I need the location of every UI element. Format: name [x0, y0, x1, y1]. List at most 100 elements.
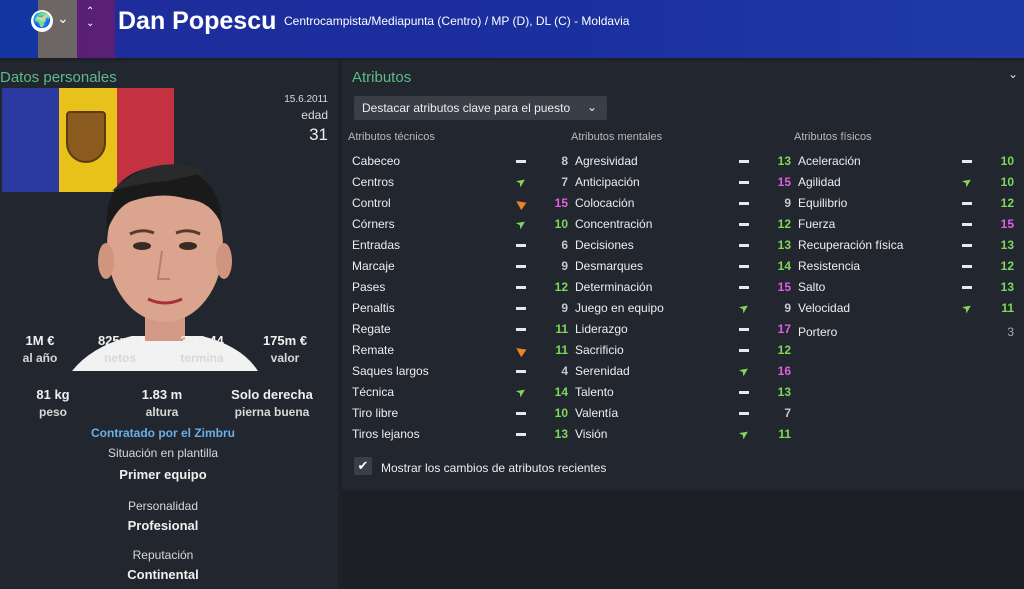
attribute-name: Determinación — [575, 280, 653, 294]
trend-up-icon: ➤ — [958, 299, 976, 317]
attribute-row[interactable]: Liderazgo 17 — [571, 319, 791, 340]
attribute-row[interactable]: Pases 12 — [348, 277, 568, 298]
attribute-row[interactable]: Entradas 6 — [348, 235, 568, 256]
attribute-row[interactable]: Velocidad ➤ 11 — [794, 298, 1014, 319]
reputation-value: Continental — [127, 567, 199, 582]
attribute-value: 17 — [777, 322, 791, 336]
attribute-row[interactable]: Sacrificio 12 — [571, 340, 791, 361]
up-down-arrows-icon[interactable]: ⌃ ⌄ — [86, 6, 94, 30]
attribute-value: 13 — [777, 154, 791, 168]
attribute-row[interactable]: Cabeceo 8 — [348, 151, 568, 172]
attribute-row[interactable]: Agilidad ➤ 10 — [794, 172, 1014, 193]
attribute-row[interactable]: Decisiones 13 — [571, 235, 791, 256]
attribute-row[interactable]: Visión ➤ 11 — [571, 424, 791, 445]
attribute-name: Anticipación — [575, 175, 640, 189]
attribute-row[interactable]: Recuperación física 13 — [794, 235, 1014, 256]
attribute-row[interactable]: Tiros lejanos 13 — [348, 424, 568, 445]
attribute-row[interactable]: Resistencia 12 — [794, 256, 1014, 277]
attribute-row[interactable]: Salto 13 — [794, 277, 1014, 298]
attribute-row[interactable]: Fuerza 15 — [794, 214, 1014, 235]
attribute-value: 13 — [1000, 280, 1014, 294]
trend-up-icon: ➤ — [735, 362, 753, 380]
attribute-name: Agresividad — [575, 154, 638, 168]
attribute-row[interactable]: Regate 11 — [348, 319, 568, 340]
attribute-name: Sacrificio — [575, 343, 624, 357]
globe-icon[interactable]: 🌍 — [31, 10, 53, 32]
trend-flat-icon — [960, 259, 974, 273]
attribute-name: Saques largos — [352, 364, 429, 378]
attribute-row[interactable]: Talento 13 — [571, 382, 791, 403]
attribute-value: 11 — [778, 427, 791, 441]
attribute-name: Desmarques — [575, 259, 644, 273]
attribute-row[interactable]: Marcaje 9 — [348, 256, 568, 277]
attribute-name: Equilibrio — [798, 196, 848, 210]
attribute-value: 15 — [777, 280, 791, 294]
attribute-value: 13 — [554, 427, 568, 441]
attribute-column-header: Atributos mentales — [571, 131, 663, 143]
trend-flat-icon — [737, 322, 751, 336]
personal-data-title: Datos personales — [0, 69, 117, 86]
attribute-row[interactable]: Desmarques 14 — [571, 256, 791, 277]
trend-up-icon: ➤ — [735, 299, 753, 317]
chevron-down-icon[interactable]: ⌄ — [57, 10, 69, 27]
trend-flat-icon — [514, 154, 528, 168]
attribute-row[interactable]: Agresividad 13 — [571, 151, 791, 172]
attribute-row[interactable]: Equilibrio 12 — [794, 193, 1014, 214]
trend-flat-icon — [514, 364, 528, 378]
stat-label: al año — [22, 351, 58, 365]
attribute-value: 3 — [1007, 325, 1014, 339]
attribute-value: 11 — [555, 322, 568, 336]
show-changes-checkbox[interactable]: ✔ — [354, 457, 372, 475]
attribute-row[interactable]: Técnica ➤ 14 — [348, 382, 568, 403]
trend-flat-icon — [737, 343, 751, 357]
attribute-row[interactable]: Concentración 12 — [571, 214, 791, 235]
stat-value: 175m € — [262, 333, 308, 348]
attribute-value: 12 — [1000, 259, 1014, 273]
attribute-row[interactable]: Remate ◀ 11 — [348, 340, 568, 361]
attribute-row[interactable]: Serenidad ➤ 16 — [571, 361, 791, 382]
chevron-down-icon[interactable]: ⌄ — [1008, 67, 1018, 81]
personal-data-panel: Datos personales 15.6.2011 edad 31 1M € a… — [0, 61, 338, 589]
attribute-row[interactable]: Córners ➤ 10 — [348, 214, 568, 235]
attribute-row[interactable]: Penaltis 9 — [348, 298, 568, 319]
attribute-row[interactable]: Control ◀ 15 — [348, 193, 568, 214]
trend-up-icon: ➤ — [512, 173, 530, 191]
personality-label: Personalidad — [127, 499, 199, 513]
attribute-row[interactable]: Colocación 9 — [571, 193, 791, 214]
attribute-value: 13 — [777, 238, 791, 252]
attribute-name: Portero — [798, 325, 838, 339]
attribute-name: Fuerza — [798, 217, 836, 231]
show-changes-label[interactable]: Mostrar los cambios de atributos recient… — [381, 461, 606, 475]
stat-value: 81 kg — [36, 387, 70, 402]
attribute-name: Recuperación física — [798, 238, 904, 252]
attribute-row[interactable]: Centros ➤ 7 — [348, 172, 568, 193]
stat-value: 30.6.44 — [180, 333, 224, 348]
attribute-name: Salto — [798, 280, 826, 294]
player-header: 🌍 ⌄ ⌃ ⌄ Dan Popescu Centrocampista/Mediap… — [0, 0, 1024, 58]
attribute-row[interactable]: Portero 3 — [794, 322, 1014, 343]
attribute-row[interactable]: Valentía 7 — [571, 403, 791, 424]
highlight-attributes-label: Destacar atributos clave para el puesto — [362, 101, 571, 115]
reputation-label: Reputación — [132, 548, 194, 562]
attribute-row[interactable]: Saques largos 4 — [348, 361, 568, 382]
highlight-attributes-dropdown[interactable]: Destacar atributos clave para el puesto … — [354, 96, 607, 120]
attribute-value: 15 — [554, 196, 568, 210]
attribute-name: Penaltis — [352, 301, 395, 315]
contracted-by-link[interactable]: Contratado por el Zimbru — [0, 426, 326, 440]
attribute-column: Atributos mentales Agresividad 13 Antici… — [571, 131, 791, 445]
attribute-value: 10 — [1000, 175, 1014, 189]
attribute-row[interactable]: Juego en equipo ➤ 9 — [571, 298, 791, 319]
attribute-name: Juego en equipo — [575, 301, 664, 315]
attribute-row[interactable]: Tiro libre 10 — [348, 403, 568, 424]
attribute-value: 9 — [561, 301, 568, 315]
personality-value: Profesional — [127, 518, 199, 533]
attribute-name: Velocidad — [798, 301, 851, 315]
attribute-row[interactable]: Determinación 15 — [571, 277, 791, 298]
attributes-panel: Atributos ⌄ Destacar atributos clave par… — [342, 61, 1024, 489]
trend-flat-icon — [960, 238, 974, 252]
trend-flat-icon — [514, 238, 528, 252]
attribute-row[interactable]: Anticipación 15 — [571, 172, 791, 193]
trend-down-icon: ◀ — [513, 194, 529, 212]
attribute-name: Resistencia — [798, 259, 861, 273]
attribute-row[interactable]: Aceleración 10 — [794, 151, 1014, 172]
